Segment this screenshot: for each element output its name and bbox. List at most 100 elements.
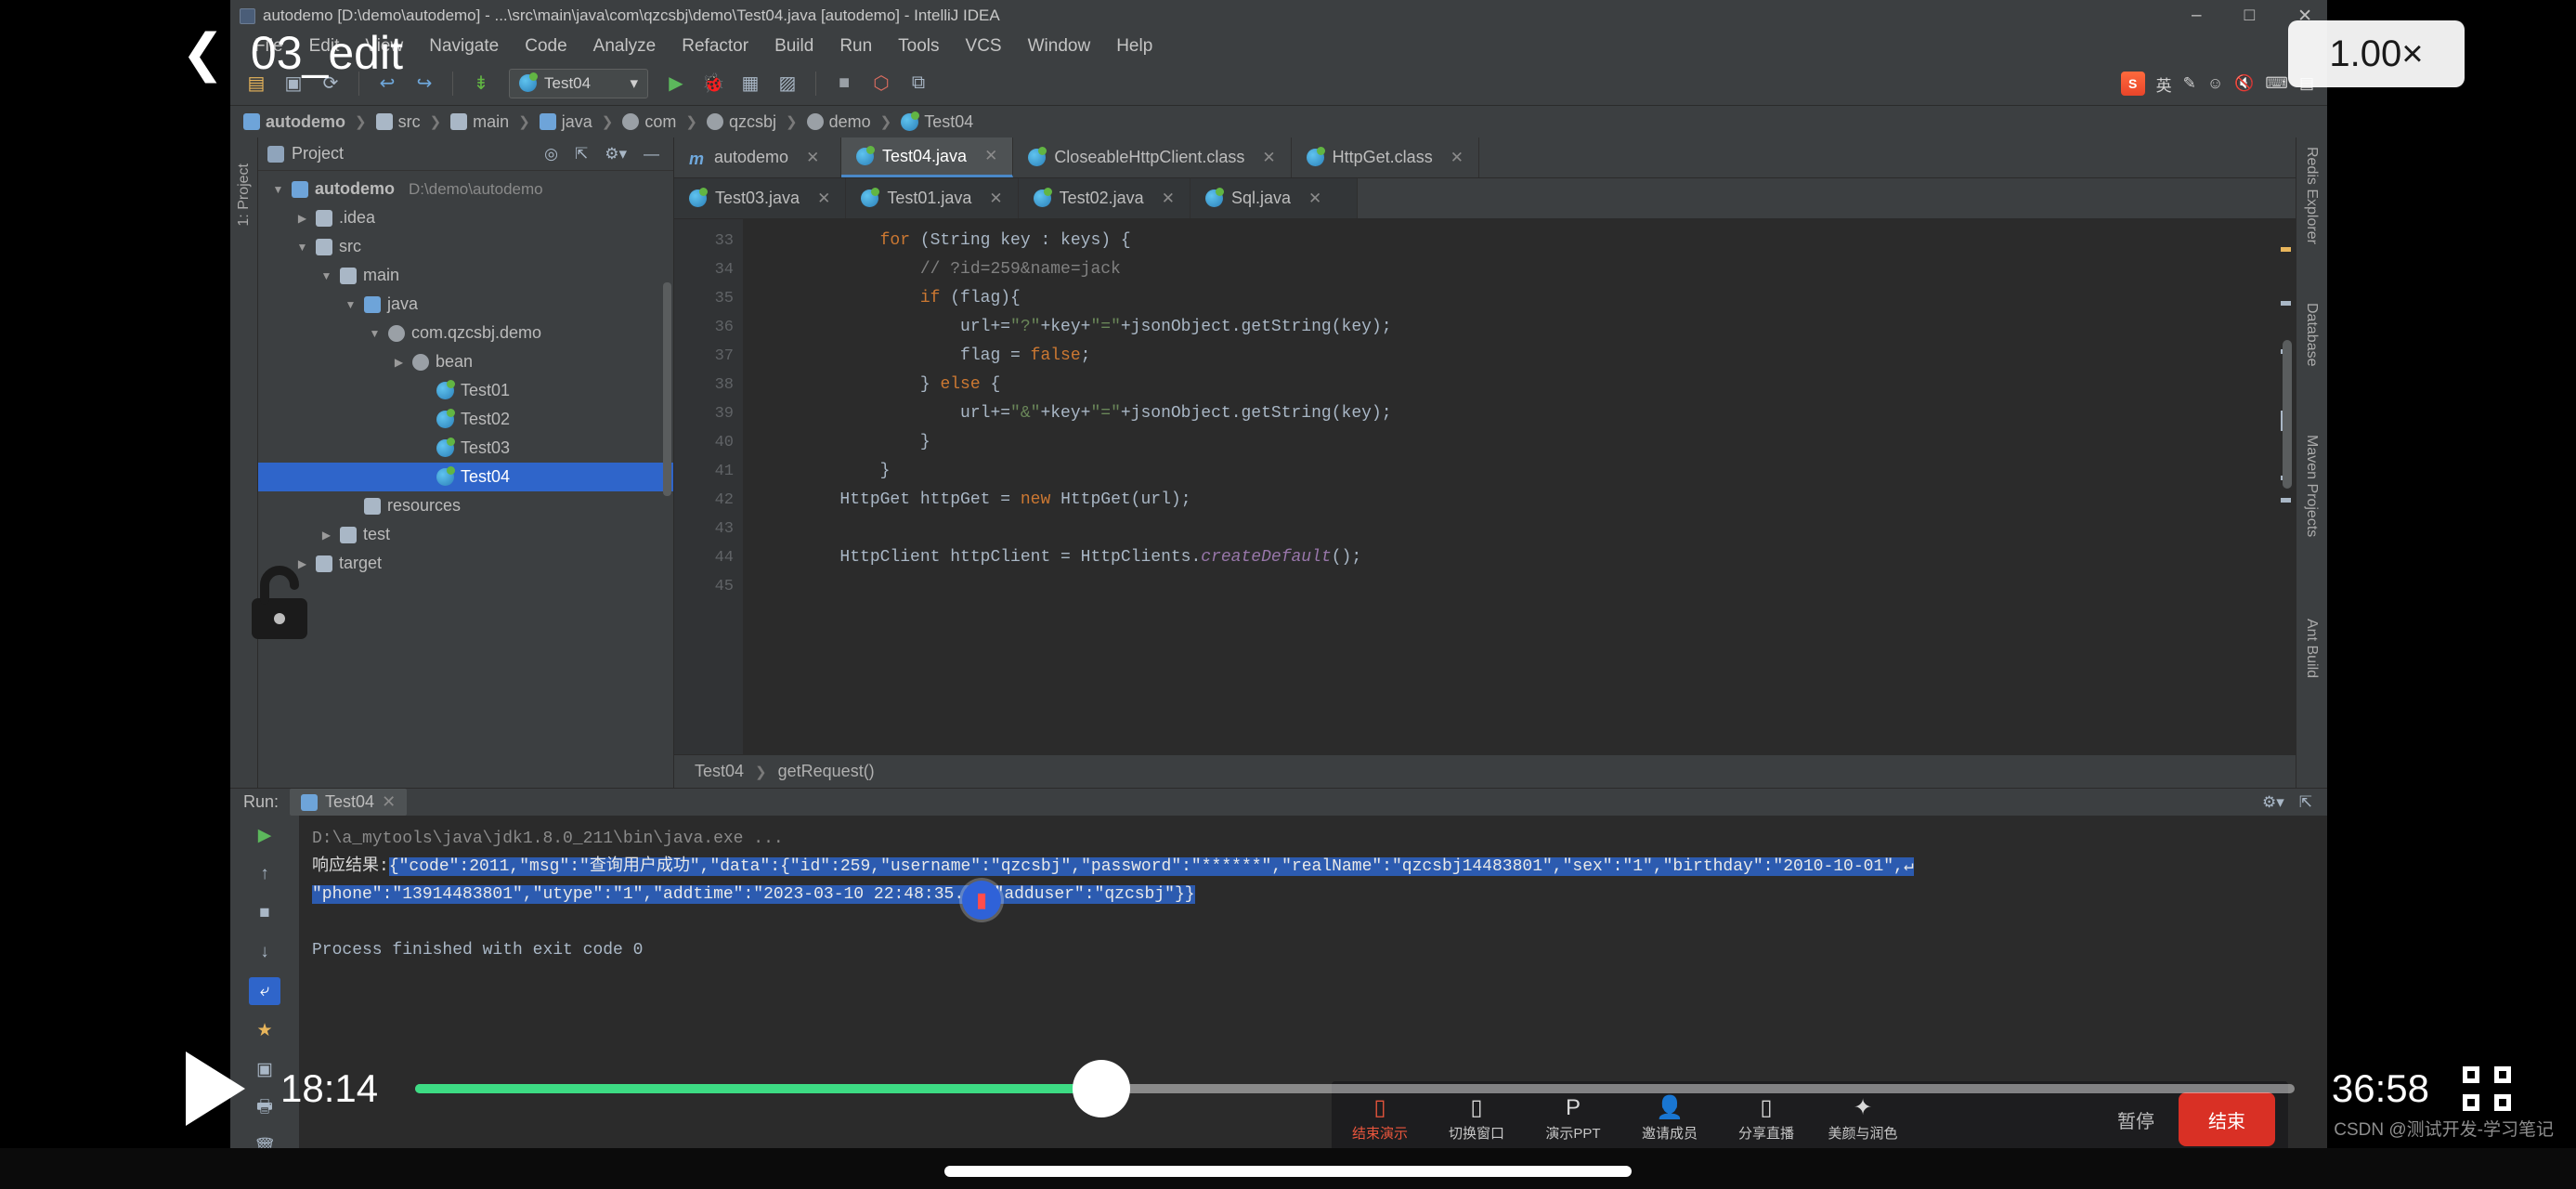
sidebar-item-project[interactable]: 1: Project bbox=[236, 163, 253, 227]
code-line[interactable]: flag = false; bbox=[760, 342, 2296, 371]
menu-item-help[interactable]: Help bbox=[1103, 36, 1165, 57]
coverage-icon[interactable]: ▦ bbox=[734, 67, 767, 100]
warning-marker[interactable] bbox=[2281, 247, 2291, 252]
sidebar-item-ant-build[interactable]: Ant Build bbox=[2303, 619, 2320, 678]
tree-item-test01[interactable]: Test01 bbox=[258, 376, 673, 405]
menu-item-window[interactable]: Window bbox=[1015, 36, 1104, 57]
code-line[interactable] bbox=[760, 572, 2296, 601]
menu-bar[interactable]: File Edit View Navigate Code Analyze Ref… bbox=[230, 32, 2327, 61]
tree-item-test[interactable]: ▶ test bbox=[258, 520, 673, 549]
breadcrumb-item-com[interactable]: com bbox=[622, 112, 676, 132]
breadcrumb-method[interactable]: getRequest() bbox=[778, 762, 875, 781]
search-everywhere-icon[interactable]: ⬡ bbox=[865, 67, 898, 100]
close-icon[interactable]: ✕ bbox=[1162, 189, 1175, 208]
menu-item-build[interactable]: Build bbox=[761, 36, 826, 57]
tree-item-java[interactable]: ▼ java bbox=[258, 290, 673, 319]
change-marker[interactable] bbox=[2281, 498, 2291, 503]
chevron-down-icon[interactable]: ▼ bbox=[344, 298, 358, 311]
breadcrumb-class[interactable]: Test04 bbox=[695, 762, 744, 781]
playback-speed-badge[interactable]: 1.00× bbox=[2288, 20, 2465, 87]
down-arrow-icon[interactable]: ↓ bbox=[249, 938, 280, 966]
change-marker[interactable] bbox=[2281, 301, 2291, 306]
sidebar-item-database[interactable]: Database bbox=[2303, 303, 2320, 367]
hide-icon[interactable]: — bbox=[639, 145, 664, 163]
close-icon[interactable]: ✕ bbox=[1308, 189, 1321, 208]
tree-item-test04[interactable]: Test04 bbox=[258, 463, 673, 491]
project-tree[interactable]: ▼ autodemo D:\demo\autodemo ▶ .idea ▼ src ▼ main… bbox=[258, 171, 673, 788]
editor-tab-autodemo[interactable]: m autodemo ✕ bbox=[674, 137, 841, 177]
sidebar-item-redis-explorer[interactable]: Redis Explorer bbox=[2303, 147, 2320, 244]
close-icon[interactable]: ✕ bbox=[984, 147, 997, 165]
target-icon[interactable]: ◎ bbox=[540, 145, 563, 163]
code-line[interactable]: } bbox=[760, 428, 2296, 457]
editor-tab-test04-java[interactable]: Test04.java ✕ bbox=[841, 137, 1014, 177]
tree-item-test03[interactable]: Test03 bbox=[258, 434, 673, 463]
home-indicator[interactable] bbox=[944, 1166, 1632, 1177]
console-result-line-2[interactable]: "phone":"13914483801","utype":"1","addti… bbox=[312, 885, 1195, 904]
code-line[interactable]: } bbox=[760, 457, 2296, 486]
editor-tab-row-1[interactable]: m autodemo ✕ Test04.java ✕ CloseableHttpClien… bbox=[674, 137, 2296, 178]
tree-item-com-qzcsbj-demo[interactable]: ▼ com.qzcsbj.demo bbox=[258, 319, 673, 347]
maximize-icon[interactable]: □ bbox=[2244, 6, 2255, 26]
compile-icon[interactable]: ⇟ bbox=[464, 67, 498, 100]
sidebar-item-maven-projects[interactable]: Maven Projects bbox=[2303, 435, 2320, 537]
code-line[interactable]: url+="?"+key+"="+jsonObject.getString(ke… bbox=[760, 313, 2296, 342]
chevron-down-icon[interactable]: ▼ bbox=[368, 327, 382, 340]
editor-tab-sql-java[interactable]: Sql.java ✕ bbox=[1190, 178, 1358, 218]
editor-tab-httpget-class[interactable]: HttpGet.class ✕ bbox=[1292, 137, 1479, 177]
tree-item-resources[interactable]: resources bbox=[258, 491, 673, 520]
soft-wrap-icon[interactable]: ⤶ bbox=[249, 977, 280, 1005]
pen-icon[interactable]: ✎ bbox=[2183, 74, 2196, 93]
code-editor[interactable]: 33 34 35 36 37 38 39 40 41 42 43 44 45 for (String k… bbox=[674, 219, 2296, 754]
seek-bar[interactable] bbox=[415, 1060, 2295, 1117]
menu-item-navigate[interactable]: Navigate bbox=[416, 36, 512, 57]
editor-tab-test02-java[interactable]: Test02.java ✕ bbox=[1018, 178, 1190, 218]
breadcrumb-item-src[interactable]: src bbox=[375, 112, 421, 132]
code-line[interactable]: url+="&"+key+"="+jsonObject.getString(ke… bbox=[760, 399, 2296, 428]
editor-structure-breadcrumb[interactable]: Test04 ❯ getRequest() bbox=[674, 754, 2296, 788]
menu-item-analyze[interactable]: Analyze bbox=[580, 36, 670, 57]
debug-icon[interactable]: 🐞 bbox=[696, 67, 730, 100]
video-controls[interactable]: 18:14 36:58 bbox=[0, 1033, 2576, 1144]
code-line[interactable] bbox=[760, 515, 2296, 543]
gear-icon[interactable]: ⚙▾ bbox=[2262, 793, 2284, 812]
profile-icon[interactable]: ▨ bbox=[771, 67, 804, 100]
breadcrumb-item-test04[interactable]: Test04 bbox=[901, 111, 973, 132]
ime-language-indicator[interactable]: 英 bbox=[2156, 72, 2172, 96]
run-icon[interactable]: ▶ bbox=[659, 67, 693, 100]
collapse-icon[interactable]: ⇱ bbox=[570, 145, 592, 163]
console-result-line-1[interactable]: {"code":2011,"msg":"查询用户成功","data":{"id"… bbox=[388, 857, 1914, 876]
close-icon[interactable]: ✕ bbox=[817, 189, 830, 208]
project-tree-scrollbar[interactable] bbox=[663, 282, 671, 496]
close-icon[interactable]: ✕ bbox=[1451, 149, 1464, 167]
chevron-down-icon[interactable]: ▼ bbox=[271, 183, 285, 196]
chevron-right-icon[interactable]: ▶ bbox=[319, 529, 333, 542]
emoji-icon[interactable]: ☺ bbox=[2207, 74, 2223, 93]
run-panel-actions[interactable]: ⚙▾ ⇱ bbox=[2262, 793, 2312, 812]
code-content[interactable]: for (String key : keys) { // ?id=259&nam… bbox=[743, 219, 2296, 754]
chevron-down-icon[interactable]: ▼ bbox=[295, 241, 309, 254]
code-line[interactable]: // ?id=259&name=jack bbox=[760, 255, 2296, 284]
play-icon[interactable] bbox=[186, 1052, 245, 1126]
code-line[interactable]: HttpClient httpClient = HttpClients.crea… bbox=[760, 543, 2296, 572]
gear-icon[interactable]: ⚙▾ bbox=[600, 145, 631, 163]
navigation-breadcrumb[interactable]: autodemo ❯ src ❯ main ❯ java ❯ com ❯ qzc… bbox=[230, 106, 2327, 137]
editor-tab-closeablehttpclient-class[interactable]: CloseableHttpClient.class ✕ bbox=[1013, 137, 1292, 177]
chevron-right-icon[interactable]: ▶ bbox=[392, 356, 406, 369]
menu-item-vcs[interactable]: VCS bbox=[953, 36, 1015, 57]
code-line[interactable]: } else { bbox=[760, 371, 2296, 399]
editor-scrollbar[interactable] bbox=[2283, 340, 2292, 489]
breadcrumb-item-java[interactable]: java bbox=[539, 112, 592, 132]
tree-item-src[interactable]: ▼ src bbox=[258, 232, 673, 261]
close-icon[interactable]: ✕ bbox=[1262, 149, 1275, 167]
tree-item--idea[interactable]: ▶ .idea bbox=[258, 203, 673, 232]
tree-item-test02[interactable]: Test02 bbox=[258, 405, 673, 434]
code-line[interactable]: HttpGet httpGet = new HttpGet(url); bbox=[760, 486, 2296, 515]
breadcrumb-item-main[interactable]: main bbox=[450, 112, 509, 132]
close-icon[interactable]: ✕ bbox=[989, 189, 1002, 208]
code-line[interactable]: for (String key : keys) { bbox=[760, 227, 2296, 255]
collapse-icon[interactable]: ⇱ bbox=[2299, 793, 2312, 812]
close-icon[interactable]: ✕ bbox=[382, 792, 396, 812]
unlock-icon[interactable] bbox=[237, 557, 326, 647]
run-tab-test04[interactable]: Test04 ✕ bbox=[290, 789, 408, 816]
